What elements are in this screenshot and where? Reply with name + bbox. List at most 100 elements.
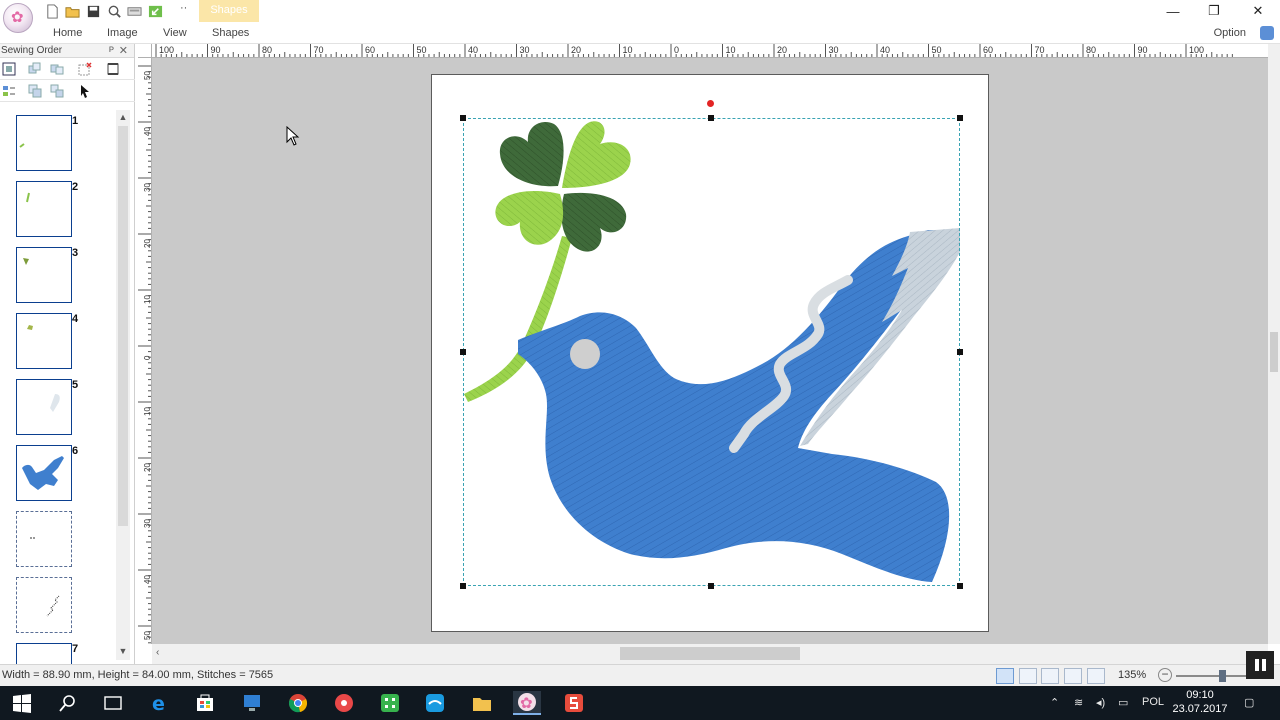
minimize-button[interactable]: — [1151, 0, 1195, 22]
list-item[interactable] [16, 379, 72, 435]
design-canvas[interactable] [152, 58, 1268, 644]
zoom-out-icon[interactable]: − [1158, 668, 1172, 682]
application-menu-button[interactable]: ✿ [3, 3, 33, 33]
list-item[interactable] [16, 115, 72, 171]
delete-object-icon[interactable] [77, 61, 93, 77]
rotate-handle[interactable] [707, 100, 714, 107]
search-icon[interactable] [54, 691, 82, 715]
view-mode-outline-button[interactable] [1041, 668, 1059, 684]
app-red-s-icon[interactable] [560, 691, 588, 715]
sort-by-color-icon[interactable] [1, 83, 17, 99]
taskbar-clock[interactable]: 09:10 23.07.2017 [1172, 688, 1228, 716]
app-green-grid-icon[interactable] [376, 691, 404, 715]
select-all-icon[interactable] [1, 61, 17, 77]
wifi-icon[interactable]: ≋ [1074, 696, 1083, 709]
embroidery-app-icon[interactable]: ✿ [513, 691, 541, 715]
list-item[interactable] [16, 577, 72, 633]
list-item[interactable] [16, 445, 72, 501]
scroll-down-icon[interactable]: ▼ [118, 646, 128, 656]
list-item[interactable] [16, 643, 72, 664]
battery-icon[interactable]: ▭ [1118, 696, 1128, 709]
store-icon[interactable] [191, 691, 219, 715]
option-menu[interactable]: Option [1214, 27, 1246, 39]
open-folder-icon[interactable] [64, 3, 81, 20]
ruler-label: 70 [1035, 45, 1045, 55]
tab-shapes[interactable]: Shapes [212, 27, 249, 39]
grid-toggle-button[interactable] [1064, 668, 1082, 684]
print-preview-icon[interactable] [126, 3, 143, 20]
list-item[interactable] [16, 181, 72, 237]
order-number: 4 [72, 313, 79, 325]
tab-image[interactable]: Image [107, 27, 138, 39]
ruler-label: 40 [880, 45, 890, 55]
app-red-circle-icon[interactable] [330, 691, 358, 715]
resize-handle-s[interactable] [708, 583, 714, 589]
resize-handle-se[interactable] [957, 583, 963, 589]
pin-icon[interactable]: ᴘ [109, 44, 114, 55]
edge-browser-icon[interactable]: e [146, 691, 174, 715]
zoom-level: 135% [1118, 669, 1147, 681]
resize-handle-w[interactable] [460, 349, 466, 355]
view-mode-realistic-button[interactable] [996, 668, 1014, 684]
save-icon[interactable] [85, 3, 102, 20]
group-icon[interactable] [27, 83, 43, 99]
volume-icon[interactable]: ◂) [1096, 696, 1105, 709]
canvas-horizontal-scrollbar[interactable]: ‹ [152, 644, 1268, 664]
pointer-tool-icon[interactable] [77, 83, 93, 99]
move-first-icon[interactable] [27, 61, 43, 77]
ruler-label: 20 [571, 45, 581, 55]
show-hidden-icons-icon[interactable]: ⌃ [1050, 696, 1059, 709]
thumb-wing [50, 394, 60, 412]
ungroup-icon[interactable] [49, 83, 65, 99]
view-mode-stitch-button[interactable] [1019, 668, 1037, 684]
order-number: 5 [72, 379, 79, 391]
zoom-slider-thumb[interactable] [1219, 670, 1227, 682]
resize-handle-n[interactable] [708, 115, 714, 121]
input-language[interactable]: POL [1142, 696, 1164, 708]
scroll-thumb[interactable] [118, 126, 128, 526]
transfer-icon[interactable] [147, 3, 164, 20]
app-blue-icon[interactable] [421, 691, 449, 715]
ruler-label: 20 [777, 45, 787, 55]
panel-scrollbar[interactable]: ▲ ▼ [116, 110, 130, 660]
quick-access-more-icon[interactable]: ·· [180, 2, 187, 14]
resize-handle-sw[interactable] [460, 583, 466, 589]
list-item[interactable] [16, 313, 72, 369]
this-pc-icon[interactable] [238, 691, 266, 715]
move-forward-icon[interactable] [49, 61, 65, 77]
selection-bounding-box[interactable] [463, 118, 960, 586]
windows-start-icon[interactable] [8, 691, 36, 715]
ruler-label: 0 [674, 45, 679, 55]
canvas-vscroll-thumb[interactable] [1270, 332, 1278, 372]
tab-home[interactable]: Home [53, 27, 82, 39]
tab-view[interactable]: View [163, 27, 187, 39]
resize-handle-ne[interactable] [957, 115, 963, 121]
zoom-slider[interactable] [1176, 675, 1246, 677]
notification-center-icon[interactable]: ▢ [1244, 696, 1254, 709]
panel-close-icon[interactable]: ✕ [119, 44, 128, 57]
print-view-button[interactable] [1087, 668, 1105, 684]
chrome-icon[interactable] [284, 691, 312, 715]
ruler-label: 90 [211, 45, 221, 55]
zoom-icon[interactable] [106, 3, 123, 20]
list-item[interactable] [16, 511, 72, 567]
ruler-label: 100 [1189, 45, 1204, 55]
title-bar: ✿ ·· Shapes — ❐ ✕ [0, 0, 1280, 33]
file-explorer-icon[interactable] [468, 691, 496, 715]
fit-page-icon[interactable] [105, 61, 121, 77]
task-view-icon[interactable] [99, 691, 127, 715]
resize-handle-e[interactable] [957, 349, 963, 355]
svg-text:✿: ✿ [520, 694, 533, 712]
canvas-hscroll-thumb[interactable] [620, 647, 800, 660]
close-button[interactable]: ✕ [1236, 0, 1280, 22]
new-file-icon[interactable] [44, 3, 61, 20]
scroll-up-icon[interactable]: ▲ [118, 112, 128, 122]
help-icon[interactable] [1260, 26, 1274, 40]
canvas-vertical-scrollbar[interactable] [1268, 44, 1280, 644]
sewing-order-panel: Sewing Order ᴘ ✕ 1 2 3 4 5 6 7 ▲ ▼ [0, 44, 135, 664]
resize-handle-nw[interactable] [460, 115, 466, 121]
scroll-left-icon[interactable]: ‹ [156, 647, 159, 658]
list-item[interactable] [16, 247, 72, 303]
restore-button[interactable]: ❐ [1192, 0, 1236, 22]
pause-recording-button[interactable] [1246, 651, 1274, 679]
